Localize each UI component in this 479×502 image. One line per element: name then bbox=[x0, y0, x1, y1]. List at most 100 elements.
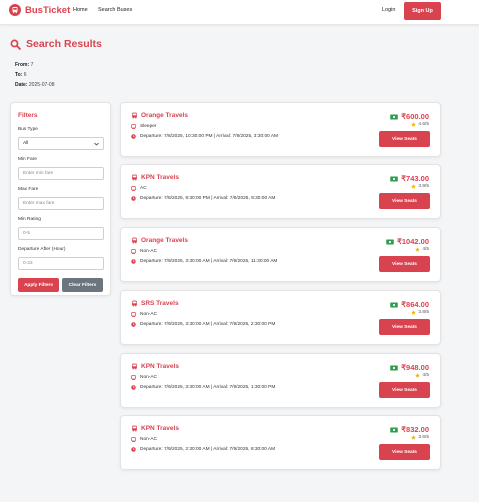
clear-filters-button[interactable]: Clear Filters bbox=[62, 278, 103, 292]
nav-link-search-buses[interactable]: Search Buses bbox=[98, 7, 132, 13]
star-icon bbox=[415, 247, 421, 252]
bus-type-select[interactable]: All bbox=[18, 137, 104, 150]
departure-arrival: Departure: 7/9/2025, 3:30:00 AM | Arriva… bbox=[140, 259, 278, 264]
operator-name: KPN Travels bbox=[141, 363, 179, 370]
price: ₹743.00 bbox=[401, 174, 429, 183]
view-seats-button[interactable]: View Seats bbox=[379, 319, 430, 335]
bus-icon bbox=[131, 300, 138, 307]
seat-icon bbox=[131, 312, 136, 317]
max-fare-input[interactable]: Enter max fare bbox=[18, 197, 104, 210]
seat-icon bbox=[131, 249, 136, 254]
seat-icon bbox=[131, 375, 136, 380]
bus-icon bbox=[131, 363, 138, 370]
rating: 3.9/5 bbox=[418, 184, 429, 189]
bus-type: Non-AC bbox=[140, 375, 158, 380]
seat-icon bbox=[131, 186, 136, 191]
bus-type: AC bbox=[140, 186, 147, 191]
star-icon bbox=[411, 435, 417, 440]
price: ₹1042.00 bbox=[397, 237, 429, 246]
bus-type-label: Bus Type bbox=[18, 127, 38, 132]
rating: 3.8/5 bbox=[418, 310, 429, 315]
bus-type: Sleeper bbox=[140, 124, 157, 129]
departure-arrival: Departure: 7/9/2025, 3:30:00 AM | Arriva… bbox=[140, 322, 276, 327]
money-icon bbox=[386, 239, 394, 245]
page-title: Search Results bbox=[10, 38, 102, 50]
min-rating-input[interactable]: 0-5 bbox=[18, 227, 104, 240]
bus-icon bbox=[131, 174, 138, 181]
rating: 3.6/5 bbox=[418, 435, 429, 440]
operator-name: SRS Travels bbox=[141, 300, 179, 307]
bus-icon bbox=[131, 112, 138, 119]
departure-arrival: Departure: 7/9/2025, 2:30:00 AM | Arriva… bbox=[140, 447, 276, 452]
clock-icon bbox=[131, 134, 136, 139]
nav-link-home[interactable]: Home bbox=[73, 7, 88, 13]
operator-name: Orange Travels bbox=[141, 112, 188, 119]
search-date: Date: 2025-07-08 bbox=[15, 82, 55, 88]
bus-result-card: Orange Travels Non-AC Departure: 7/9/202… bbox=[120, 227, 441, 282]
bus-result-card: SRS Travels Non-AC Departure: 7/9/2025, … bbox=[120, 290, 441, 345]
clock-icon bbox=[131, 385, 136, 390]
view-seats-button[interactable]: View Seats bbox=[379, 256, 430, 272]
max-fare-label: Max Fare bbox=[18, 187, 39, 192]
rating: 4/5 bbox=[422, 247, 429, 252]
min-fare-input[interactable]: Enter min fare bbox=[18, 167, 104, 180]
min-fare-label: Min Fare bbox=[18, 157, 37, 162]
price: ₹600.00 bbox=[401, 112, 429, 121]
signup-button[interactable]: Sign Up bbox=[404, 2, 441, 20]
clock-icon bbox=[131, 259, 136, 264]
departure-after-label: Departure After (Hour) bbox=[18, 247, 66, 252]
star-icon bbox=[415, 373, 421, 378]
brand[interactable]: BusTicket bbox=[9, 4, 70, 16]
operator-name: KPN Travels bbox=[141, 174, 179, 181]
view-seats-button[interactable]: View Seats bbox=[379, 382, 430, 398]
clock-icon bbox=[131, 196, 136, 201]
money-icon bbox=[390, 365, 399, 371]
search-from: From: 7 bbox=[15, 62, 34, 68]
bus-type-value: All bbox=[23, 141, 29, 146]
money-icon bbox=[390, 302, 399, 308]
departure-arrival: Departure: 7/8/2025, 10:30:00 PM | Arriv… bbox=[140, 134, 279, 139]
departure-after-input[interactable]: 0-23 bbox=[18, 257, 104, 270]
bus-result-card: KPN Travels Non-AC Departure: 7/9/2025, … bbox=[120, 415, 441, 470]
search-to: To: 6 bbox=[15, 72, 27, 78]
bus-result-card: KPN Travels AC Departure: 7/8/2025, 9:30… bbox=[120, 164, 441, 219]
bus-type: Non-AC bbox=[140, 249, 158, 254]
rating: 4.6/5 bbox=[418, 122, 429, 127]
operator-name: Orange Travels bbox=[141, 237, 188, 244]
top-navbar: BusTicket Home Search Buses Login Sign U… bbox=[0, 0, 479, 25]
price: ₹948.00 bbox=[401, 363, 429, 372]
chevron-down-icon bbox=[94, 142, 99, 146]
clock-icon bbox=[131, 322, 136, 327]
bus-result-card: Orange Travels Sleeper Departure: 7/8/20… bbox=[120, 102, 441, 157]
price: ₹832.00 bbox=[401, 425, 429, 434]
filters-panel: Filters Bus Type All Min Fare Enter min … bbox=[10, 102, 111, 296]
star-icon bbox=[411, 122, 417, 127]
seat-icon bbox=[131, 124, 136, 129]
apply-filters-button[interactable]: Apply Filters bbox=[18, 278, 59, 292]
money-icon bbox=[390, 176, 399, 182]
departure-arrival: Departure: 7/8/2025, 9:30:00 PM | Arriva… bbox=[140, 196, 276, 201]
money-icon bbox=[390, 114, 399, 120]
star-icon bbox=[411, 184, 417, 189]
view-seats-button[interactable]: View Seats bbox=[379, 444, 430, 460]
login-link[interactable]: Login bbox=[382, 7, 395, 13]
filters-title: Filters bbox=[18, 112, 38, 119]
bus-icon bbox=[131, 237, 138, 244]
seat-icon bbox=[131, 437, 136, 442]
clock-icon bbox=[131, 447, 136, 452]
page-title-text: Search Results bbox=[26, 38, 102, 50]
bus-type: Non-AC bbox=[140, 437, 158, 442]
brand-name: BusTicket bbox=[25, 4, 71, 16]
view-seats-button[interactable]: View Seats bbox=[379, 193, 430, 209]
star-icon bbox=[411, 310, 417, 315]
search-icon bbox=[10, 39, 21, 50]
operator-name: KPN Travels bbox=[141, 425, 179, 432]
departure-arrival: Departure: 7/9/2025, 3:30:00 AM | Arriva… bbox=[140, 385, 276, 390]
bus-icon bbox=[131, 425, 138, 432]
view-seats-button[interactable]: View Seats bbox=[379, 131, 430, 147]
min-rating-label: Min Rating bbox=[18, 217, 41, 222]
money-icon bbox=[390, 427, 399, 433]
price: ₹864.00 bbox=[401, 300, 429, 309]
rating: 4/5 bbox=[422, 373, 429, 378]
bus-type: Non-AC bbox=[140, 312, 158, 317]
